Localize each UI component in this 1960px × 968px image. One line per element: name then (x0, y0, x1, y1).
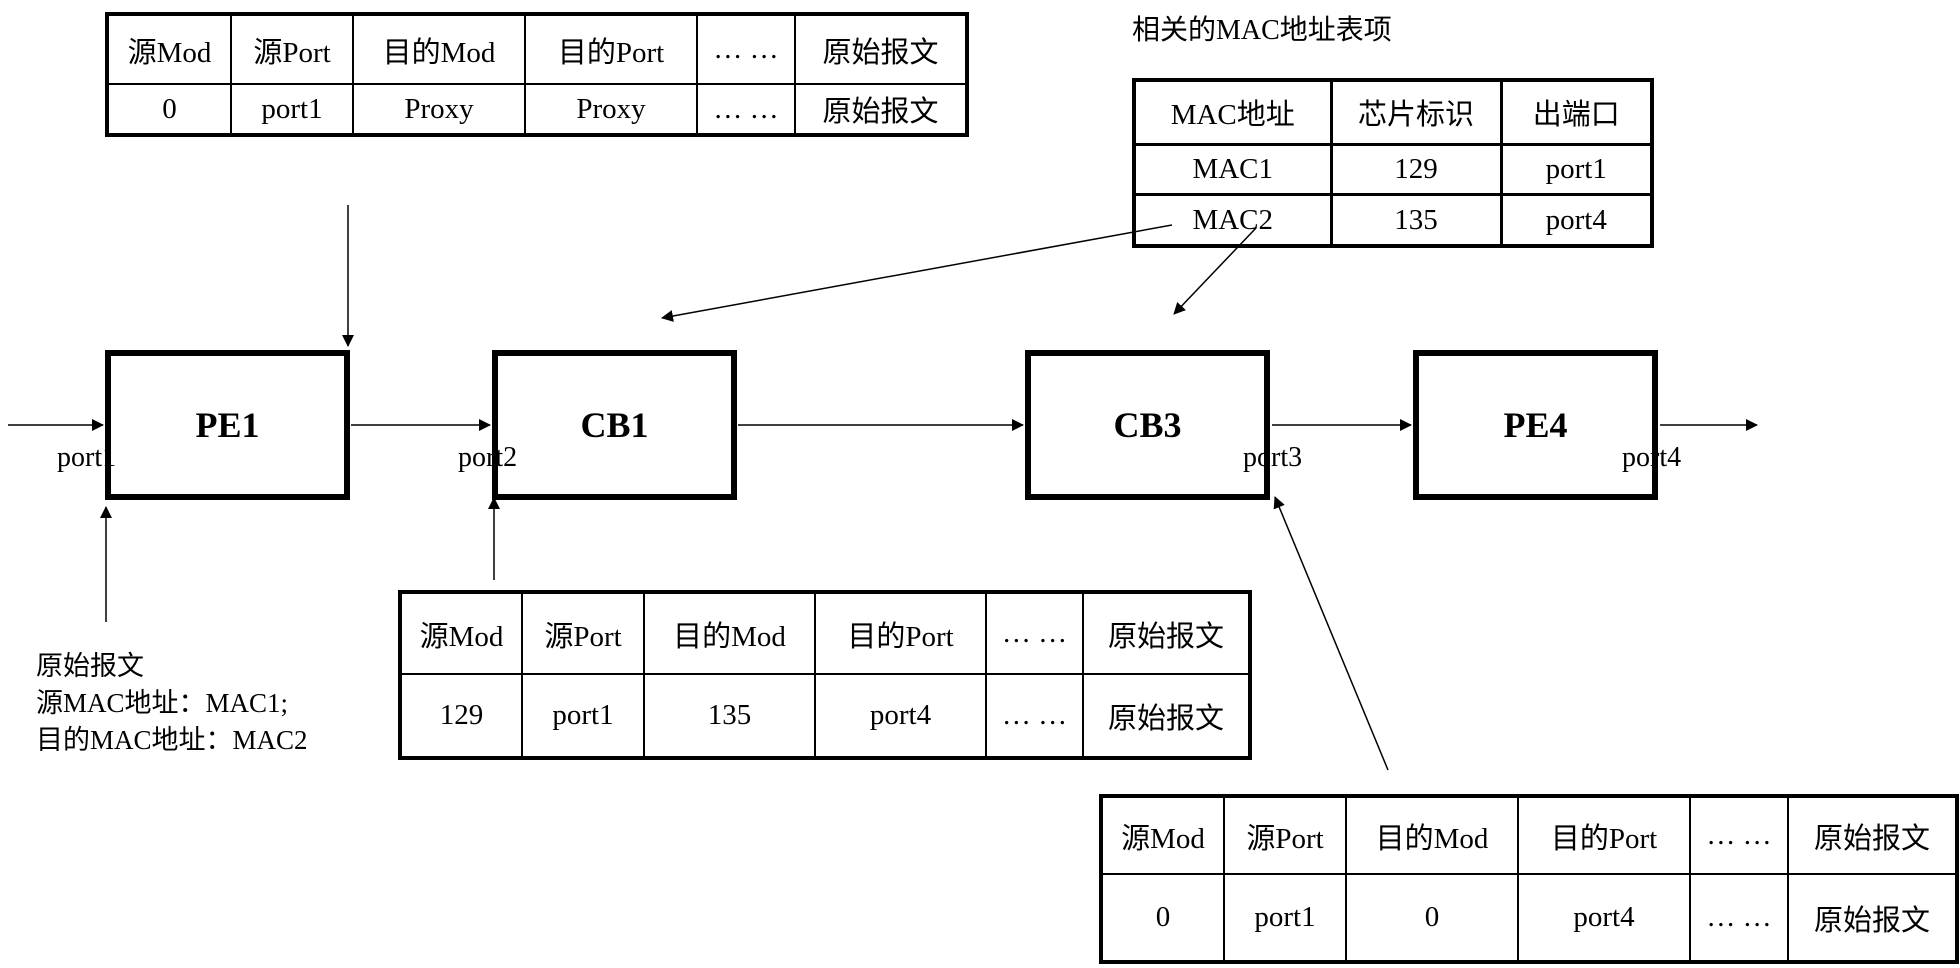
cell-mac: MAC1 (1132, 142, 1333, 197)
header-original-packet: 原始报文 (794, 13, 968, 85)
header-dst-port: 目的Port (524, 13, 698, 85)
header-ellipsis: … … (1689, 795, 1789, 875)
header-dst-mod: 目的Mod (352, 13, 526, 85)
cell-src-port: port1 (1223, 873, 1347, 963)
header-ellipsis: … … (696, 13, 796, 85)
bottom-table-to-port3-arrow (1273, 496, 1389, 771)
cell-src-mod: 0 (106, 83, 232, 136)
cell-egress-port: port1 (1499, 142, 1654, 197)
mac-table-title: 相关的MAC地址表项 (1132, 15, 1392, 46)
header-chip-id: 芯片标识 (1329, 78, 1503, 146)
header-src-port: 源Port (230, 13, 354, 85)
bottom-packet-table: 源Mod 源Port 目的Mod 目的Port … … 原始报文 0 port1… (1099, 794, 1959, 964)
cell-src-port: port1 (230, 83, 354, 136)
cell-dst-port: port4 (1517, 873, 1691, 963)
top-packet-table: 源Mod 源Port 目的Mod 目的Port … … 原始报文 0 port1… (105, 12, 969, 137)
mac-table-to-cb1-arrow (661, 224, 1173, 322)
node-pe4: PE4 (1413, 350, 1658, 500)
table-row: MAC1 129 port1 (1132, 142, 1654, 197)
cell-ellipsis: … … (696, 83, 796, 136)
header-original-packet: 原始报文 (1082, 591, 1251, 675)
note-line-dst-mac: 目的MAC地址：MAC2 (36, 725, 308, 755)
node-pe1: PE1 (105, 350, 350, 500)
port-label-port1: port1 (57, 442, 117, 473)
table-row: 129 port1 135 port4 … … 原始报文 (399, 673, 1251, 759)
header-egress-port: 出端口 (1499, 78, 1654, 146)
cell-original-packet: 原始报文 (794, 83, 968, 136)
cell-dst-mod: 0 (1345, 873, 1519, 963)
cell-src-mod: 0 (1100, 873, 1225, 963)
cell-original-packet: 原始报文 (1082, 673, 1251, 759)
header-src-port: 源Port (1223, 795, 1347, 875)
port-label-port3: port3 (1243, 442, 1303, 473)
table-header-row: 源Mod 源Port 目的Mod 目的Port … … 原始报文 (106, 13, 968, 85)
cell-egress-port: port4 (1499, 193, 1654, 248)
original-packet-note: 原始报文 源MAC地址：MAC1; 目的MAC地址：MAC2 (36, 648, 308, 759)
header-original-packet: 原始报文 (1787, 795, 1958, 875)
header-src-mod: 源Mod (106, 13, 232, 85)
mac-address-table: MAC地址 芯片标识 出端口 MAC1 129 port1 MAC2 135 p… (1132, 78, 1654, 248)
header-dst-port: 目的Port (1517, 795, 1691, 875)
cell-dst-port: port4 (814, 673, 987, 759)
table-row: 0 port1 Proxy Proxy … … 原始报文 (106, 83, 968, 136)
table-header-row: 源Mod 源Port 目的Mod 目的Port … … 原始报文 (1100, 795, 1958, 875)
header-dst-mod: 目的Mod (643, 591, 816, 675)
header-src-mod: 源Mod (1100, 795, 1225, 875)
cell-src-port: port1 (521, 673, 645, 759)
cell-chip-id: 129 (1329, 142, 1503, 197)
cell-chip-id: 135 (1329, 193, 1503, 248)
header-dst-mod: 目的Mod (1345, 795, 1519, 875)
note-line-src-mac: 源MAC地址：MAC1; (36, 688, 289, 718)
cell-dst-port: Proxy (524, 83, 698, 136)
node-cb3: CB3 (1025, 350, 1270, 500)
table-header-row: MAC地址 芯片标识 出端口 (1132, 78, 1654, 146)
port-label-port4: port4 (1622, 442, 1682, 473)
note-line-title: 原始报文 (36, 651, 144, 681)
header-src-mod: 源Mod (399, 591, 523, 675)
middle-packet-table: 源Mod 源Port 目的Mod 目的Port … … 原始报文 129 por… (398, 590, 1252, 760)
node-cb1: CB1 (492, 350, 737, 500)
cell-dst-mod: Proxy (352, 83, 526, 136)
table-row: 0 port1 0 port4 … … 原始报文 (1100, 873, 1958, 963)
cell-original-packet: 原始报文 (1787, 873, 1958, 963)
cell-src-mod: 129 (399, 673, 523, 759)
table-header-row: 源Mod 源Port 目的Mod 目的Port … … 原始报文 (399, 591, 1251, 675)
header-ellipsis: … … (985, 591, 1084, 675)
cell-mac: MAC2 (1132, 193, 1333, 248)
header-mac-address: MAC地址 (1132, 78, 1333, 146)
cell-ellipsis: … … (1689, 873, 1789, 963)
cell-ellipsis: … … (985, 673, 1084, 759)
cell-dst-mod: 135 (643, 673, 816, 759)
header-src-port: 源Port (521, 591, 645, 675)
table-row: MAC2 135 port4 (1132, 193, 1654, 248)
port-label-port2: port2 (458, 442, 518, 473)
header-dst-port: 目的Port (814, 591, 987, 675)
